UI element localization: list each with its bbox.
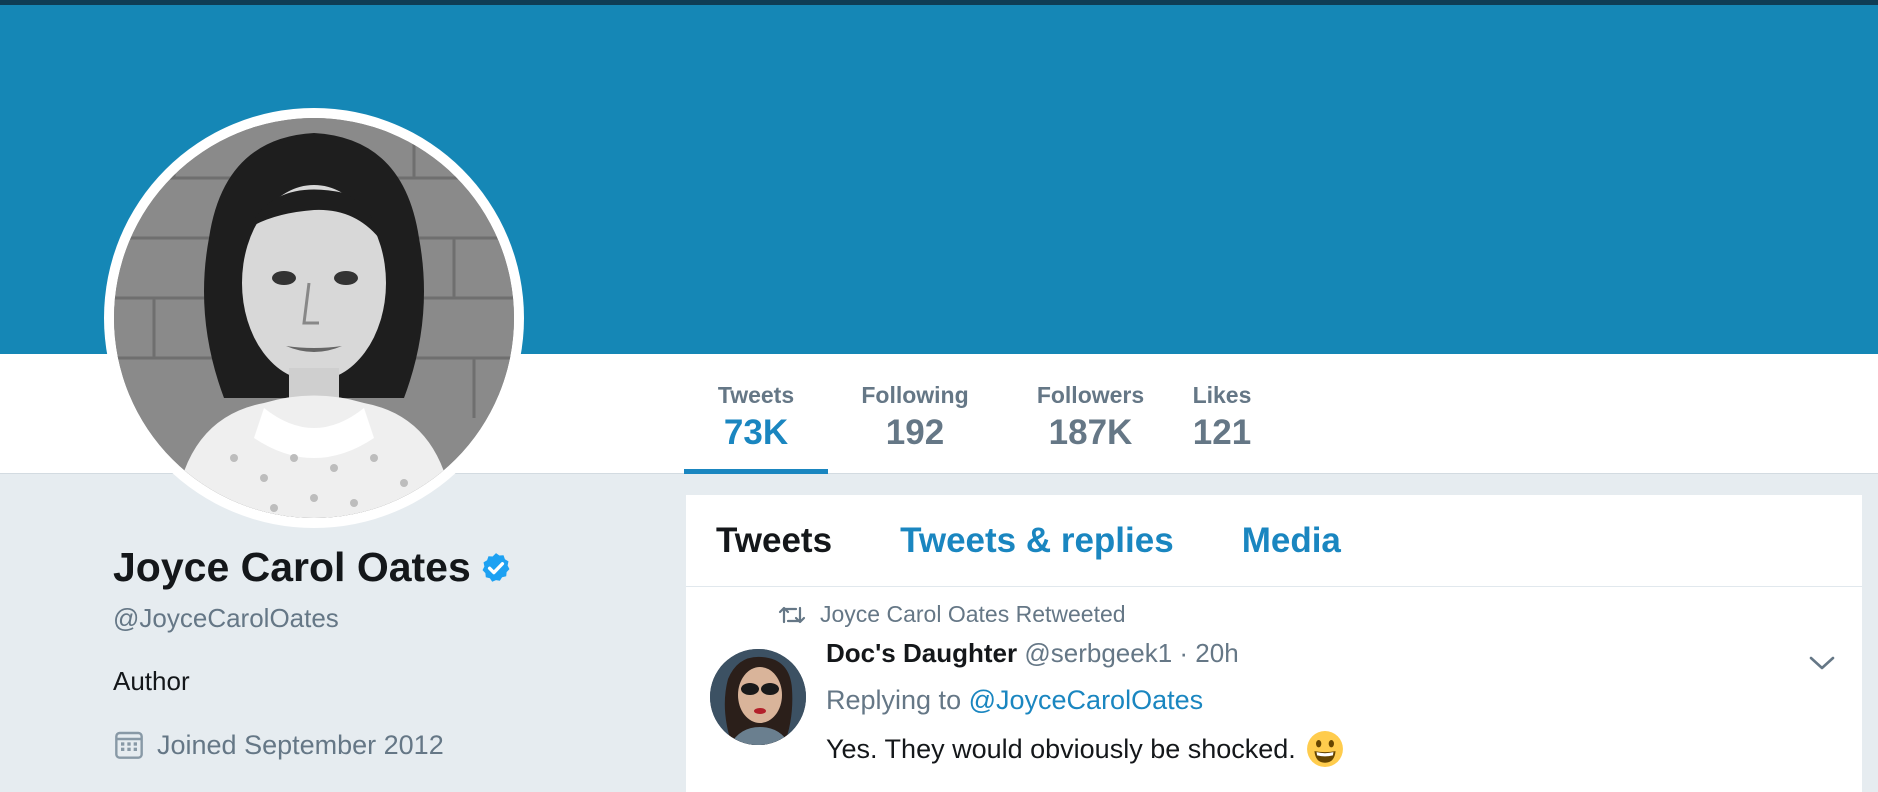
profile-stats: Tweets 73K Following 192 Followers 187K …: [684, 354, 1265, 474]
retweet-context: Joyce Carol Oates Retweeted: [778, 601, 1862, 628]
stat-label: Likes: [1192, 382, 1252, 408]
calendar-icon: [115, 731, 143, 759]
profile-name[interactable]: Joyce Carol Oates: [113, 544, 471, 591]
stat-value: 192: [885, 413, 945, 452]
tweet-author-handle[interactable]: @serbgeek1: [1024, 638, 1172, 668]
tweet-author-avatar[interactable]: [710, 649, 806, 745]
joined-label: Joined September 2012: [157, 729, 444, 760]
stat-value: 73K: [723, 413, 789, 452]
timeline-tabs: Tweets Tweets & replies Media: [686, 495, 1862, 587]
tweet-author-name[interactable]: Doc's Daughter: [826, 638, 1017, 668]
smiling-face-emoji-icon: [1306, 731, 1343, 767]
tweet-text-content: Yes. They would obviously be shocked.: [826, 733, 1296, 764]
retweet-icon: [778, 606, 806, 623]
name-row: Joyce Carol Oates: [113, 544, 673, 591]
profile-bio: Author: [113, 666, 190, 696]
stat-label: Following: [861, 382, 969, 408]
stat-likes[interactable]: Likes 121: [1179, 354, 1265, 474]
stat-label: Followers: [1036, 382, 1145, 408]
tweet-timestamp[interactable]: · 20h: [1179, 638, 1238, 668]
retweet-label[interactable]: Joyce Carol Oates Retweeted: [820, 601, 1126, 628]
tweet-header: Doc's Daughter @serbgeek1 · 20h: [826, 638, 1862, 669]
stat-following[interactable]: Following 192: [828, 354, 1002, 474]
tweet-text: Yes. They would obviously be shocked.: [826, 730, 1862, 768]
joined-date: Joined September 2012: [113, 729, 673, 761]
replying-handle-link[interactable]: @JoyceCarolOates: [969, 685, 1204, 715]
stat-value: 121: [1192, 413, 1252, 452]
timeline: Tweets Tweets & replies Media Joyce Caro…: [686, 495, 1862, 792]
tab-tweets-replies[interactable]: Tweets & replies: [900, 521, 1174, 561]
chevron-down-icon[interactable]: [1808, 653, 1836, 673]
tweet-body: Doc's Daughter @serbgeek1 · 20h Replying…: [826, 638, 1862, 768]
tab-tweets[interactable]: Tweets: [716, 521, 832, 561]
stat-tweets[interactable]: Tweets 73K: [684, 354, 828, 474]
profile-handle[interactable]: @JoyceCarolOates: [113, 603, 673, 634]
profile-avatar[interactable]: [104, 108, 524, 528]
stat-followers[interactable]: Followers 187K: [1002, 354, 1179, 474]
tweet-item[interactable]: Joyce Carol Oates Retweeted Doc's Daught…: [686, 587, 1862, 768]
profile-card: Joyce Carol Oates @JoyceCarolOates Autho…: [113, 544, 673, 761]
replying-prefix: Replying to: [826, 685, 962, 715]
tab-media[interactable]: Media: [1242, 521, 1341, 561]
stat-label: Tweets: [717, 382, 795, 408]
stat-value: 187K: [1048, 413, 1133, 452]
verified-badge-icon: [482, 552, 510, 582]
profile-photo: [114, 118, 514, 518]
replying-to: Replying to @JoyceCarolOates: [826, 685, 1862, 716]
